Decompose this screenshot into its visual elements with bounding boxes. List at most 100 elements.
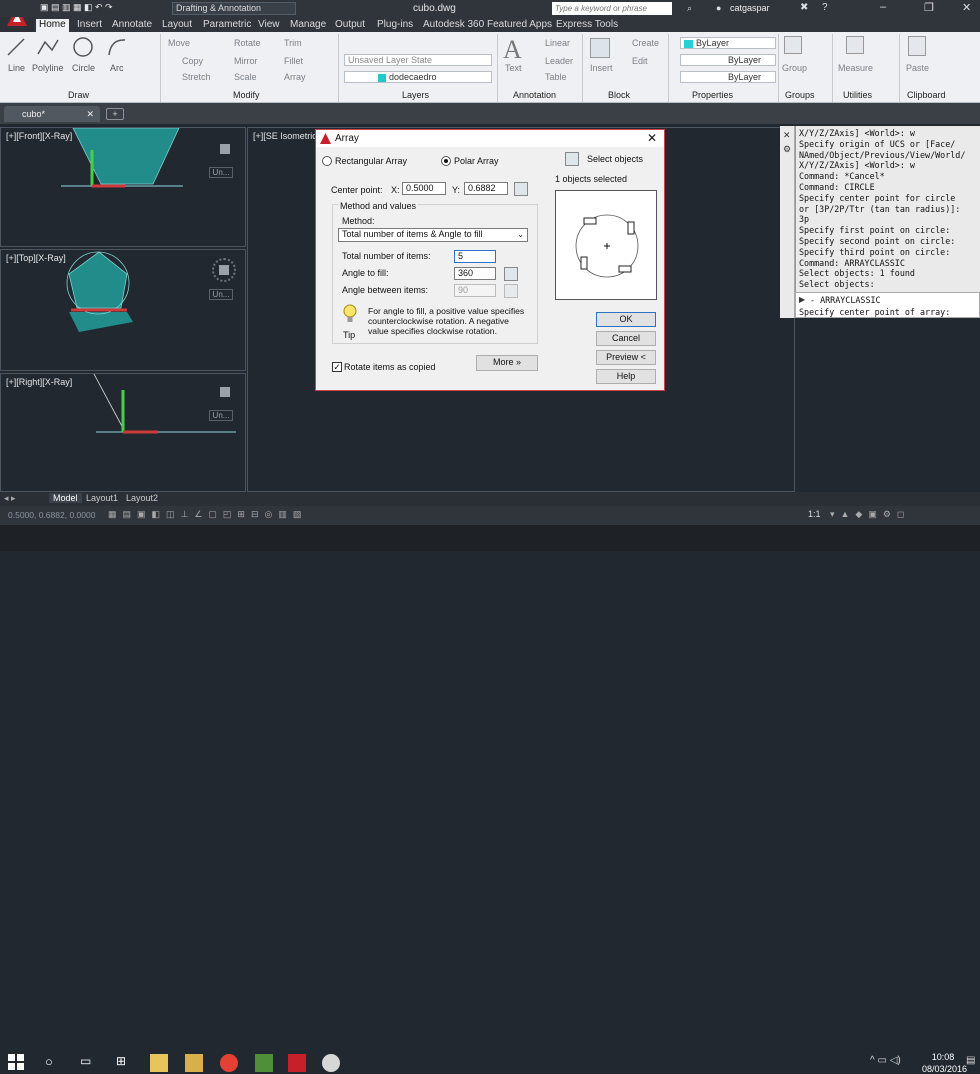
paste-icon[interactable] xyxy=(908,36,926,56)
array-button[interactable]: Array xyxy=(284,72,306,82)
search-icon[interactable]: ⌕ xyxy=(687,3,692,14)
workspace-selector[interactable]: Drafting & Annotation xyxy=(172,2,296,15)
utilities-group-title[interactable]: Utilities xyxy=(843,90,872,100)
copy-button[interactable]: Copy xyxy=(182,56,203,66)
trim-button[interactable]: Trim xyxy=(284,38,302,48)
ok-button[interactable]: OK xyxy=(596,312,656,327)
tab-manage[interactable]: Manage xyxy=(287,19,329,30)
quick-access-icons[interactable]: ▣ ▤ ▥ ▦ ◧ ↶ ↷ xyxy=(40,2,113,13)
exchange-icon[interactable]: ✖ xyxy=(800,2,808,13)
measure-icon[interactable] xyxy=(846,36,864,54)
tray-icons[interactable]: ^ ▭ ◁) xyxy=(870,1055,901,1066)
create-button[interactable]: Create xyxy=(632,38,659,48)
command-input-area[interactable]: ▶ - ARRAYCLASSIC Specify center point of… xyxy=(795,292,980,318)
insert-icon[interactable] xyxy=(590,38,610,58)
tab-home[interactable]: Home xyxy=(36,19,69,32)
block-group-title[interactable]: Block xyxy=(608,90,630,100)
move-button[interactable]: Move xyxy=(168,38,190,48)
search-input[interactable] xyxy=(552,2,672,15)
cancel-button[interactable]: Cancel xyxy=(596,331,656,346)
tab-layout[interactable]: Layout xyxy=(159,19,195,30)
mirror-button[interactable]: Mirror xyxy=(234,56,258,66)
viewport-top-label[interactable]: [+][Top][X-Ray] xyxy=(6,253,66,263)
tab-layout1[interactable]: Layout1 xyxy=(83,493,121,503)
text-icon[interactable]: A xyxy=(503,35,522,65)
command-prompt[interactable]: Specify center point of array: xyxy=(799,307,950,317)
annotation-group-title[interactable]: Annotation xyxy=(513,90,556,100)
center-y-input[interactable]: 0.6882 xyxy=(464,182,508,195)
total-items-input[interactable]: 5 xyxy=(454,250,496,263)
viewcube-icon[interactable] xyxy=(220,144,230,154)
ucs-unnamed-button[interactable]: Un... xyxy=(209,410,233,421)
linetype-dropdown[interactable]: ByLayer xyxy=(680,54,776,66)
tab-express-tools[interactable]: Express Tools xyxy=(553,19,621,30)
start-button[interactable] xyxy=(8,1054,26,1072)
group-icon[interactable] xyxy=(784,36,802,54)
tab-model[interactable]: Model xyxy=(49,493,82,503)
tab-view[interactable]: View xyxy=(255,19,283,30)
help-icon[interactable]: ? xyxy=(822,2,828,13)
tab-nav-arrows[interactable]: ◂ ▸ xyxy=(4,493,16,504)
pick-angle-fill-button[interactable] xyxy=(504,267,518,281)
more-button[interactable]: More » xyxy=(476,355,538,371)
minimize-icon[interactable]: – xyxy=(880,1,886,13)
restore-icon[interactable]: ❐ xyxy=(924,1,934,14)
rectangular-radio[interactable] xyxy=(322,156,332,166)
status-tray-icons[interactable]: ▾▲◆▣⚙◻ xyxy=(830,509,910,520)
chrome-icon[interactable] xyxy=(220,1054,238,1072)
color-dropdown[interactable]: ByLayer xyxy=(680,37,776,49)
autocad-taskbar-icon[interactable] xyxy=(288,1054,306,1072)
polar-label[interactable]: Polar Array xyxy=(454,156,499,166)
annotation-scale[interactable]: 1:1 xyxy=(808,509,821,519)
line-tool[interactable] xyxy=(5,36,27,61)
rotate-items-checkbox[interactable]: ✓ xyxy=(332,362,342,372)
viewport-right-label[interactable]: [+][Right][X-Ray] xyxy=(6,377,72,387)
polar-radio[interactable] xyxy=(441,156,451,166)
tab-parametric[interactable]: Parametric xyxy=(200,19,254,30)
select-objects-button[interactable] xyxy=(565,152,579,166)
app-icon-2[interactable] xyxy=(322,1054,340,1072)
draw-group-title[interactable]: Draw xyxy=(68,90,89,100)
properties-group-title[interactable]: Properties xyxy=(692,90,733,100)
lineweight-dropdown[interactable]: ByLayer xyxy=(680,71,776,83)
angle-fill-input[interactable]: 360 xyxy=(454,267,496,280)
tab-layout2[interactable]: Layout2 xyxy=(123,493,161,503)
tab-annotate[interactable]: Annotate xyxy=(109,19,155,30)
linear-button[interactable]: Linear xyxy=(545,38,570,48)
wrench-icon[interactable]: ⚙ xyxy=(783,144,791,155)
clock-time[interactable]: 10:08 xyxy=(926,1052,960,1062)
scale-button[interactable]: Scale xyxy=(234,72,257,82)
modify-group-title[interactable]: Modify xyxy=(233,90,260,100)
store-icon[interactable]: ⊞ xyxy=(116,1054,134,1072)
coordinates-readout[interactable]: 0.5000, 0.6882, 0.0000 xyxy=(8,510,95,520)
help-button[interactable]: Help xyxy=(596,369,656,384)
polyline-tool[interactable] xyxy=(36,36,60,61)
fillet-button[interactable]: Fillet xyxy=(284,56,303,66)
circle-tool[interactable] xyxy=(72,36,94,61)
tab-autodesk360[interactable]: Autodesk 360 xyxy=(420,19,487,30)
file-explorer-icon[interactable] xyxy=(150,1054,168,1072)
app-icon[interactable] xyxy=(255,1054,273,1072)
pick-center-button[interactable] xyxy=(514,182,528,196)
rectangular-label[interactable]: Rectangular Array xyxy=(335,156,407,166)
edit-button[interactable]: Edit xyxy=(632,56,648,66)
table-button[interactable]: Table xyxy=(545,72,567,82)
center-x-input[interactable]: 0.5000 xyxy=(402,182,446,195)
drafting-toggles[interactable]: ▦▤▣◧◫⊥∠▢◰⊞⊟◎▥▧ xyxy=(108,509,307,520)
layers-group-title[interactable]: Layers xyxy=(402,90,429,100)
compass-ring[interactable] xyxy=(212,258,236,282)
clipboard-group-title[interactable]: Clipboard xyxy=(907,90,946,100)
viewport-top[interactable]: [+][Top][X-Ray] Un... xyxy=(0,249,246,371)
tab-output[interactable]: Output xyxy=(332,19,368,30)
tab-plugins[interactable]: Plug-ins xyxy=(374,19,416,30)
search-icon[interactable]: ○ xyxy=(45,1054,63,1072)
viewcube-icon[interactable] xyxy=(220,387,230,397)
arc-tool[interactable] xyxy=(106,36,128,61)
rotate-items-label[interactable]: Rotate items as copied xyxy=(344,362,436,372)
ucs-unnamed-button[interactable]: Un... xyxy=(209,167,233,178)
command-window[interactable]: X/Y/Z/ZAxis] <World>: w Specify origin of… xyxy=(795,126,980,292)
viewport-front[interactable]: [+][Front][X-Ray] Un... xyxy=(0,127,246,247)
file-tab-cubo[interactable]: cubo* ✕ xyxy=(4,106,100,122)
layer-dropdown[interactable]: dodecaedro xyxy=(344,71,492,83)
leader-button[interactable]: Leader xyxy=(545,56,573,66)
